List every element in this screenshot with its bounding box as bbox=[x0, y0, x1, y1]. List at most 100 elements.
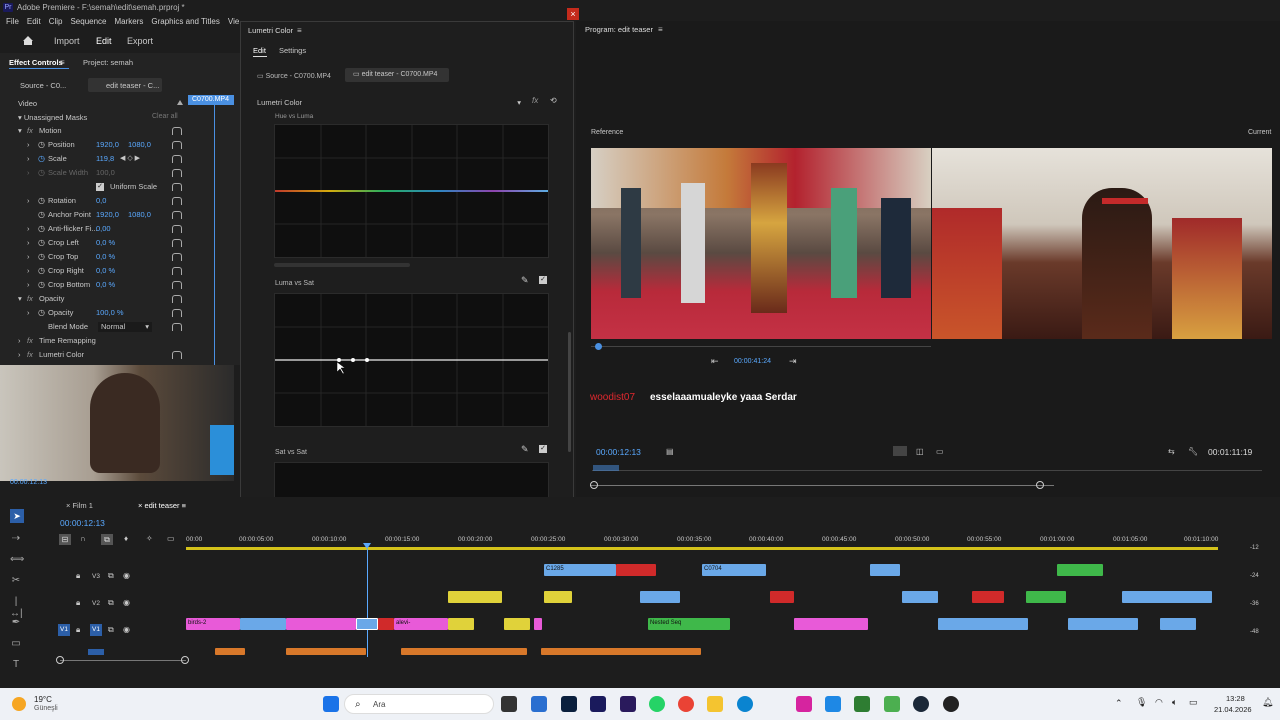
wifi-icon[interactable]: ◠ bbox=[1155, 697, 1163, 708]
zoom-handle-left[interactable] bbox=[590, 481, 598, 489]
reset-icon[interactable] bbox=[172, 183, 182, 191]
crop-bottom-value[interactable]: 0,0 % bbox=[96, 278, 115, 292]
menu-file[interactable]: File bbox=[6, 15, 19, 28]
panel-menu-icon[interactable]: ≡ bbox=[297, 26, 302, 35]
tab-film-1[interactable]: × Film 1 bbox=[66, 501, 93, 510]
clip[interactable]: Nested Seq bbox=[648, 618, 730, 630]
chevron-up-icon[interactable]: ⌃ bbox=[1115, 698, 1123, 709]
menu-markers[interactable]: Markers bbox=[115, 15, 144, 28]
rotation-value[interactable]: 0,0 bbox=[96, 194, 106, 208]
eye-icon[interactable]: ◉ bbox=[123, 598, 130, 607]
work-area-bar[interactable] bbox=[186, 547, 1218, 550]
settings-icon[interactable]: ▤ bbox=[666, 447, 674, 456]
ec-row-scale-width[interactable]: › ◷ Scale Width 100,0 bbox=[0, 166, 238, 180]
chevron-right-icon[interactable]: › bbox=[27, 152, 30, 166]
ec-row-crop-top[interactable]: › ◷ Crop Top 0,0 % bbox=[0, 250, 238, 264]
clip[interactable]: C1285 bbox=[544, 564, 616, 576]
reset-icon[interactable] bbox=[172, 141, 182, 149]
clip[interactable] bbox=[1026, 591, 1066, 603]
reset-icon[interactable] bbox=[172, 295, 182, 303]
audio-clip[interactable] bbox=[286, 648, 366, 655]
collapse-icon[interactable] bbox=[177, 100, 183, 105]
clip[interactable] bbox=[448, 618, 474, 630]
reset-icon[interactable]: ⟲ bbox=[550, 96, 557, 105]
chevron-right-icon[interactable]: › bbox=[27, 166, 30, 180]
nest-icon[interactable]: ⊟ bbox=[59, 534, 71, 545]
stopwatch-icon[interactable]: ◷ bbox=[38, 222, 45, 236]
snap-icon[interactable]: ∩ bbox=[80, 534, 86, 543]
stopwatch-icon[interactable]: ◷ bbox=[38, 250, 45, 264]
stopwatch-icon[interactable]: ◷ bbox=[38, 236, 45, 250]
ec-row-rotation[interactable]: › ◷ Rotation 0,0 bbox=[0, 194, 238, 208]
lock-icon[interactable]: 🔒︎ bbox=[76, 625, 80, 635]
ec-row-crop-left[interactable]: › ◷ Crop Left 0,0 % bbox=[0, 236, 238, 250]
file-explorer-icon[interactable] bbox=[707, 696, 723, 712]
sequence-dropdown[interactable]: edit teaser - C... bbox=[88, 78, 162, 92]
reset-icon[interactable] bbox=[172, 323, 182, 331]
reset-icon[interactable] bbox=[172, 281, 182, 289]
close-icon[interactable]: × bbox=[567, 8, 579, 20]
sync-lock-icon[interactable]: ⧉ bbox=[108, 598, 114, 608]
menu-clip[interactable]: Clip bbox=[49, 15, 63, 28]
clock-time[interactable]: 13:28 bbox=[1226, 694, 1245, 703]
stopwatch-icon[interactable]: ◷ bbox=[38, 264, 45, 278]
crop-right-value[interactable]: 0,0 % bbox=[96, 264, 115, 278]
workspace-import[interactable]: Import bbox=[54, 36, 80, 46]
clip[interactable]: alevi- bbox=[394, 618, 448, 630]
ec-row-opacity[interactable]: › ◷ Opacity 100,0 % bbox=[0, 306, 238, 320]
chevron-down-icon[interactable]: ▾ bbox=[18, 292, 22, 306]
eye-icon[interactable]: ◉ bbox=[123, 625, 130, 634]
reset-icon[interactable] bbox=[172, 351, 182, 359]
chevron-right-icon[interactable]: › bbox=[27, 194, 30, 208]
wrench-icon[interactable]: 🔧︎ bbox=[1188, 447, 1198, 456]
windows-start-icon[interactable] bbox=[323, 696, 339, 712]
checkbox-checked-icon[interactable]: ✓ bbox=[539, 276, 547, 284]
clear-all-button[interactable]: Clear all bbox=[152, 113, 178, 120]
eyedropper-icon[interactable]: ✎ bbox=[521, 275, 529, 286]
stopwatch-icon[interactable]: ◷ bbox=[38, 194, 45, 208]
ripple-edit-icon[interactable]: ⟺ bbox=[10, 554, 24, 566]
clip[interactable] bbox=[770, 591, 794, 603]
source-patch-v1[interactable]: V1 bbox=[58, 624, 70, 636]
sync-lock-icon[interactable]: ⧉ bbox=[108, 625, 114, 635]
source-dropdown[interactable]: Source - C0... bbox=[20, 81, 66, 90]
speaker-icon[interactable]: 🔈︎ bbox=[1172, 697, 1177, 708]
program-playhead[interactable] bbox=[593, 465, 619, 471]
stopwatch-icon[interactable]: ◷ bbox=[38, 208, 45, 222]
clip[interactable] bbox=[1068, 618, 1138, 630]
antiflicker-value[interactable]: 0,00 bbox=[96, 222, 111, 236]
zoom-handle-right[interactable] bbox=[181, 656, 189, 664]
checkbox-checked-icon[interactable]: ✓ bbox=[96, 183, 104, 191]
media-encoder-icon[interactable] bbox=[620, 696, 636, 712]
tab-project[interactable]: Project: semah bbox=[83, 58, 133, 67]
chevron-right-icon[interactable]: › bbox=[27, 138, 30, 152]
anchor-y-value[interactable]: 1080,0 bbox=[128, 208, 151, 222]
ec-row-blend-mode[interactable]: Blend Mode Normal ▾ bbox=[0, 320, 238, 334]
clip[interactable] bbox=[972, 591, 1004, 603]
lock-icon[interactable]: 🔒︎ bbox=[76, 598, 80, 608]
menu-graphics[interactable]: Graphics and Titles bbox=[151, 15, 219, 28]
reset-icon[interactable] bbox=[172, 197, 182, 205]
tab-edit[interactable]: Edit bbox=[253, 46, 266, 55]
eye-icon[interactable]: ◉ bbox=[123, 571, 130, 580]
clip[interactable] bbox=[1160, 618, 1196, 630]
panel-menu-icon[interactable]: ≡ bbox=[180, 501, 186, 510]
clip[interactable] bbox=[616, 564, 656, 576]
step-forward-icon[interactable]: ⇥ bbox=[789, 356, 797, 367]
clip[interactable] bbox=[448, 591, 502, 603]
swap-icon[interactable]: ⇆ bbox=[1168, 447, 1175, 456]
ec-row-lumetri[interactable]: › fx Lumetri Color bbox=[0, 348, 238, 362]
chevron-right-icon[interactable]: › bbox=[27, 278, 30, 292]
clip[interactable]: C0704 bbox=[702, 564, 766, 576]
opacity-value[interactable]: 100,0 % bbox=[96, 306, 124, 320]
clip[interactable] bbox=[640, 591, 680, 603]
steam-icon[interactable] bbox=[913, 696, 929, 712]
captions-icon[interactable]: ▭ bbox=[167, 534, 175, 543]
audio-clip[interactable] bbox=[215, 648, 245, 655]
panel-menu-icon[interactable]: ≡ bbox=[658, 25, 663, 34]
app-icon[interactable] bbox=[884, 696, 900, 712]
ec-row-position[interactable]: › ◷ Position 1920,0 1080,0 bbox=[0, 138, 238, 152]
reset-icon[interactable] bbox=[172, 225, 182, 233]
stopwatch-icon[interactable]: ◷ bbox=[38, 152, 45, 166]
reset-icon[interactable] bbox=[172, 267, 182, 275]
